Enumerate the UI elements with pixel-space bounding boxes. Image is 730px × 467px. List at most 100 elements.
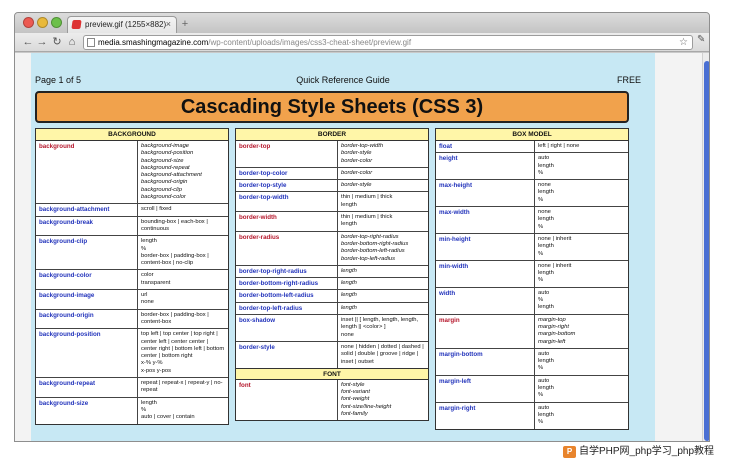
property-name: border-bottom-right-radius: [236, 278, 338, 290]
property-name: box-shadow: [236, 315, 338, 341]
navigation-toolbar: ← → ↻ ⌂ media.smashingmagazine.com/wp-co…: [15, 33, 709, 52]
property-name: border-top-right-radius: [236, 265, 338, 278]
property-row: background background-image background-po…: [36, 141, 228, 205]
favicon-icon: [71, 20, 82, 29]
property-row: border-top-width thin | medium | thick le…: [236, 192, 428, 213]
sheet-title: Cascading Style Sheets (CSS 3): [35, 91, 629, 123]
property-values: border-style: [341, 182, 372, 189]
tab-title: preview.gif (1255×882): [85, 20, 167, 29]
reload-button[interactable]: ↻: [50, 34, 64, 50]
property-row: border-top-left-radius length: [236, 302, 428, 316]
address-bar[interactable]: media.smashingmagazine.com/wp-content/up…: [83, 35, 693, 50]
property-values: top left | top center | top right | cent…: [141, 331, 225, 374]
home-button[interactable]: ⌂: [65, 34, 79, 50]
property-name: border-top-left-radius: [236, 302, 338, 315]
property-name: margin-right: [436, 402, 535, 429]
url-host: media.smashingmagazine.com: [98, 38, 209, 47]
browser-window: preview.gif (1255×882) × + ← → ↻ ⌂ media…: [14, 12, 710, 442]
section-heading: FONT: [236, 367, 428, 380]
border-section: BORDER border-top border-top-width border…: [235, 128, 429, 422]
close-window-button[interactable]: [23, 17, 34, 28]
property-name: border-bottom-left-radius: [236, 290, 338, 302]
property-name: float: [436, 141, 535, 153]
property-name: border-style: [236, 341, 338, 368]
property-row: max-width none length %: [436, 207, 628, 234]
new-tab-button[interactable]: +: [177, 17, 193, 31]
page-viewport: Page 1 of 5 Quick Reference Guide FREE C…: [15, 53, 709, 441]
property-name: background-position: [36, 329, 138, 378]
property-row: border-top-color border-color: [236, 167, 428, 181]
property-name: border-width: [236, 212, 338, 231]
property-row: font font-style font-variant font-weight …: [236, 379, 428, 421]
property-values: length % auto | cover | contain: [141, 399, 195, 421]
property-values: inset || [ length, length, length, lengt…: [341, 317, 419, 338]
sheet-header: Page 1 of 5 Quick Reference Guide FREE: [31, 75, 655, 87]
property-values: none length %: [538, 209, 554, 230]
zoom-window-button[interactable]: [51, 17, 62, 28]
property-name: max-height: [436, 180, 535, 207]
property-name: background: [36, 141, 138, 204]
property-values: auto % length: [538, 289, 554, 311]
forward-button[interactable]: →: [35, 34, 49, 50]
property-row: margin margin-top margin-right margin-bot…: [436, 314, 628, 349]
tab-close-icon[interactable]: ×: [166, 17, 171, 32]
property-values: border-box | padding-box | content-box: [141, 311, 209, 325]
site-watermark: P 自学PHP网_php学习_php教程: [561, 442, 719, 462]
property-values: border-color: [341, 169, 373, 176]
property-values: thin | medium | thick length: [341, 194, 393, 208]
free-label: FREE: [616, 75, 641, 85]
url-path: /wp-content/uploads/images/css3-cheat-sh…: [208, 38, 412, 47]
property-name: width: [436, 287, 535, 314]
property-name: margin: [436, 314, 535, 348]
property-values: none | inherit length %: [538, 262, 572, 284]
property-values: color transparent: [141, 272, 171, 286]
property-values: thin | medium | thick length: [341, 214, 393, 228]
tab-strip: preview.gif (1255×882) × +: [15, 13, 709, 33]
scrollbar-thumb[interactable]: [704, 61, 709, 441]
property-row: box-shadow inset || [ length, length, len…: [236, 315, 428, 342]
property-name: background-repeat: [36, 378, 138, 397]
property-row: border-radius border-top-right-radius bor…: [236, 231, 428, 266]
property-values: url none: [141, 292, 154, 306]
tab-preview[interactable]: preview.gif (1255×882) ×: [67, 16, 177, 33]
property-values: length % border-box | padding-box | cont…: [141, 238, 209, 267]
property-row: background-origin border-box | padding-bo…: [36, 309, 228, 330]
property-row: border-top border-top-width border-style …: [236, 141, 428, 168]
property-values: auto length %: [538, 377, 554, 399]
back-button[interactable]: ←: [21, 34, 35, 50]
property-row: height auto length %: [436, 153, 628, 181]
property-values: border-top-width border-style border-col…: [341, 143, 384, 164]
property-name: min-width: [436, 260, 535, 287]
bookmark-star-icon[interactable]: ☆: [679, 36, 688, 49]
property-values: auto length %: [538, 155, 554, 176]
wrench-menu-icon[interactable]: ✎: [697, 34, 705, 45]
box-model-section: BOX MODEL float left | right | none height…: [435, 128, 629, 430]
property-name: background-color: [36, 270, 138, 290]
property-name: height: [436, 153, 535, 180]
property-name: border-top: [236, 141, 338, 167]
property-name: min-height: [436, 233, 535, 260]
property-row: background-image url none: [36, 290, 228, 310]
property-row: background-color color transparent: [36, 270, 228, 291]
property-row: width auto % length: [436, 287, 628, 315]
property-name: max-width: [436, 207, 535, 233]
vertical-scrollbar[interactable]: [702, 53, 709, 441]
property-values: font-style font-variant font-weight font…: [341, 381, 392, 418]
property-values: auto length %: [538, 404, 554, 426]
property-name: font: [236, 379, 338, 421]
property-row: margin-right auto length %: [436, 402, 628, 429]
property-row: min-height none | inherit length %: [436, 233, 628, 261]
property-name: background-origin: [36, 309, 138, 329]
property-name: border-top-color: [236, 167, 338, 180]
property-row: margin-left auto length %: [436, 375, 628, 403]
background-section: BACKGROUND background background-image ba…: [35, 128, 229, 425]
property-name: margin-bottom: [436, 348, 535, 375]
watermark-text: 自学PHP网_php学习_php教程: [579, 446, 715, 457]
property-name: background-attachment: [36, 204, 138, 216]
property-values: length: [341, 292, 357, 299]
property-row: border-bottom-left-radius length: [236, 290, 428, 303]
minimize-window-button[interactable]: [37, 17, 48, 28]
property-row: border-top-right-radius length: [236, 265, 428, 279]
property-values: length: [341, 304, 357, 311]
property-values: bounding-box | each-box | continuous: [141, 218, 208, 232]
